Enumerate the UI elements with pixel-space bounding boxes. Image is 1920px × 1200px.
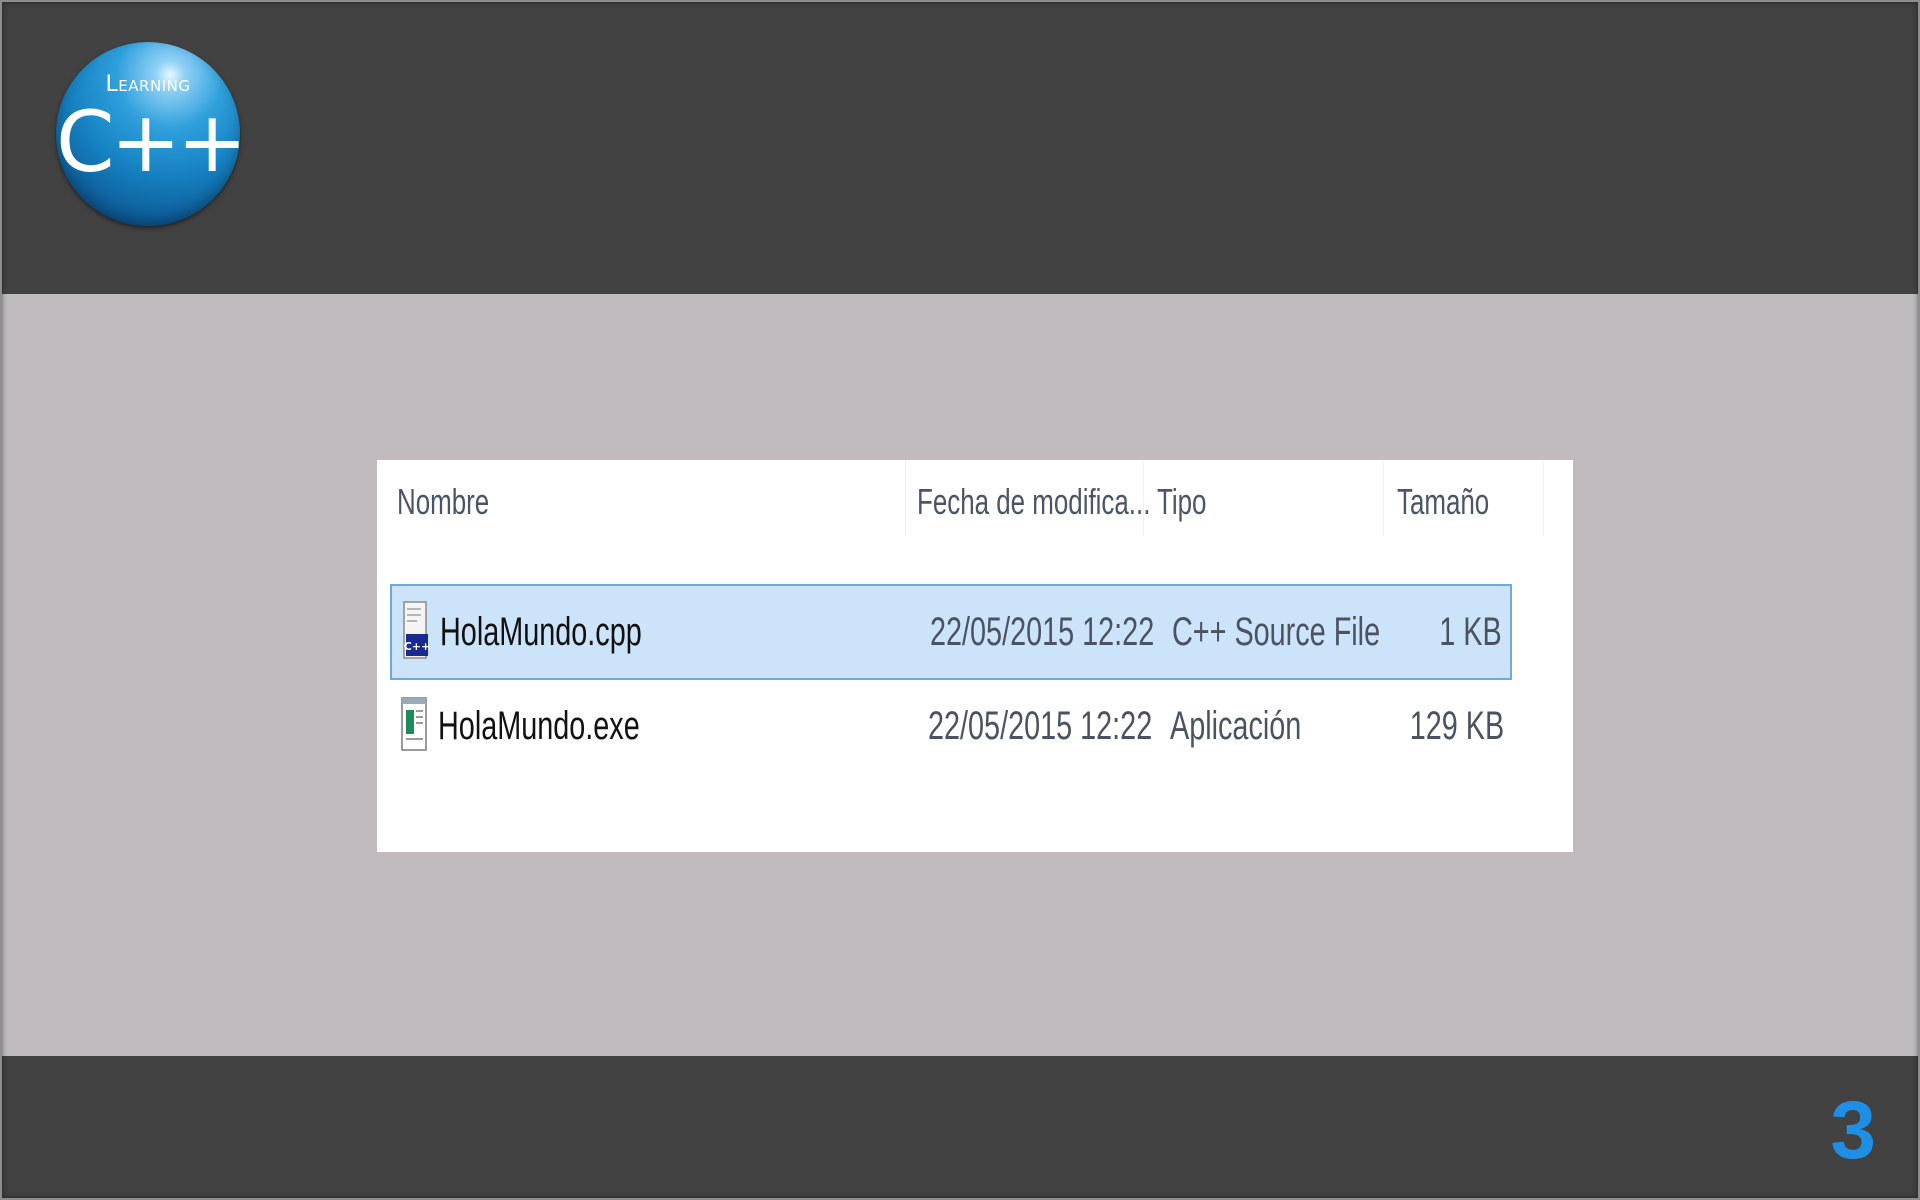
file-type: C++ Source File <box>1172 610 1381 654</box>
file-type: Aplicación <box>1170 704 1302 748</box>
column-separator[interactable] <box>1143 460 1144 536</box>
column-separator[interactable] <box>1383 460 1384 536</box>
footer-band <box>0 1056 1920 1200</box>
column-header-name[interactable]: Nombre <box>397 482 489 522</box>
column-separator[interactable] <box>1543 460 1544 536</box>
page-number: 3 <box>1830 1085 1876 1176</box>
file-size: 129 KB <box>1409 704 1504 748</box>
logo-language: C++ <box>56 93 240 191</box>
column-separator[interactable] <box>905 460 906 536</box>
file-row-selected[interactable]: C++ HolaMundo.cpp 22/05/2015 12:22 C++ S… <box>390 584 1512 680</box>
file-name: HolaMundo.exe <box>438 704 640 748</box>
cpp-file-icon: C++ <box>403 601 430 659</box>
file-explorer-list: Nombre Fecha de modifica... Tipo Tamaño … <box>377 460 1573 852</box>
svg-text:C++: C++ <box>404 640 430 653</box>
learning-cpp-logo: Learning C++ <box>56 42 240 226</box>
column-header-size[interactable]: Tamaño <box>1397 482 1489 522</box>
header-band: Learning C++ <box>0 0 1920 294</box>
file-row[interactable]: HolaMundo.exe 22/05/2015 12:22 Aplicació… <box>390 680 1512 776</box>
file-date: 22/05/2015 12:22 <box>930 610 1155 654</box>
file-date: 22/05/2015 12:22 <box>928 704 1153 748</box>
column-header-type[interactable]: Tipo <box>1157 482 1206 522</box>
exe-file-icon <box>401 697 427 751</box>
column-header-date[interactable]: Fecha de modifica... <box>917 482 1150 522</box>
file-size: 1 KB <box>1439 610 1502 654</box>
file-name: HolaMundo.cpp <box>440 610 642 654</box>
